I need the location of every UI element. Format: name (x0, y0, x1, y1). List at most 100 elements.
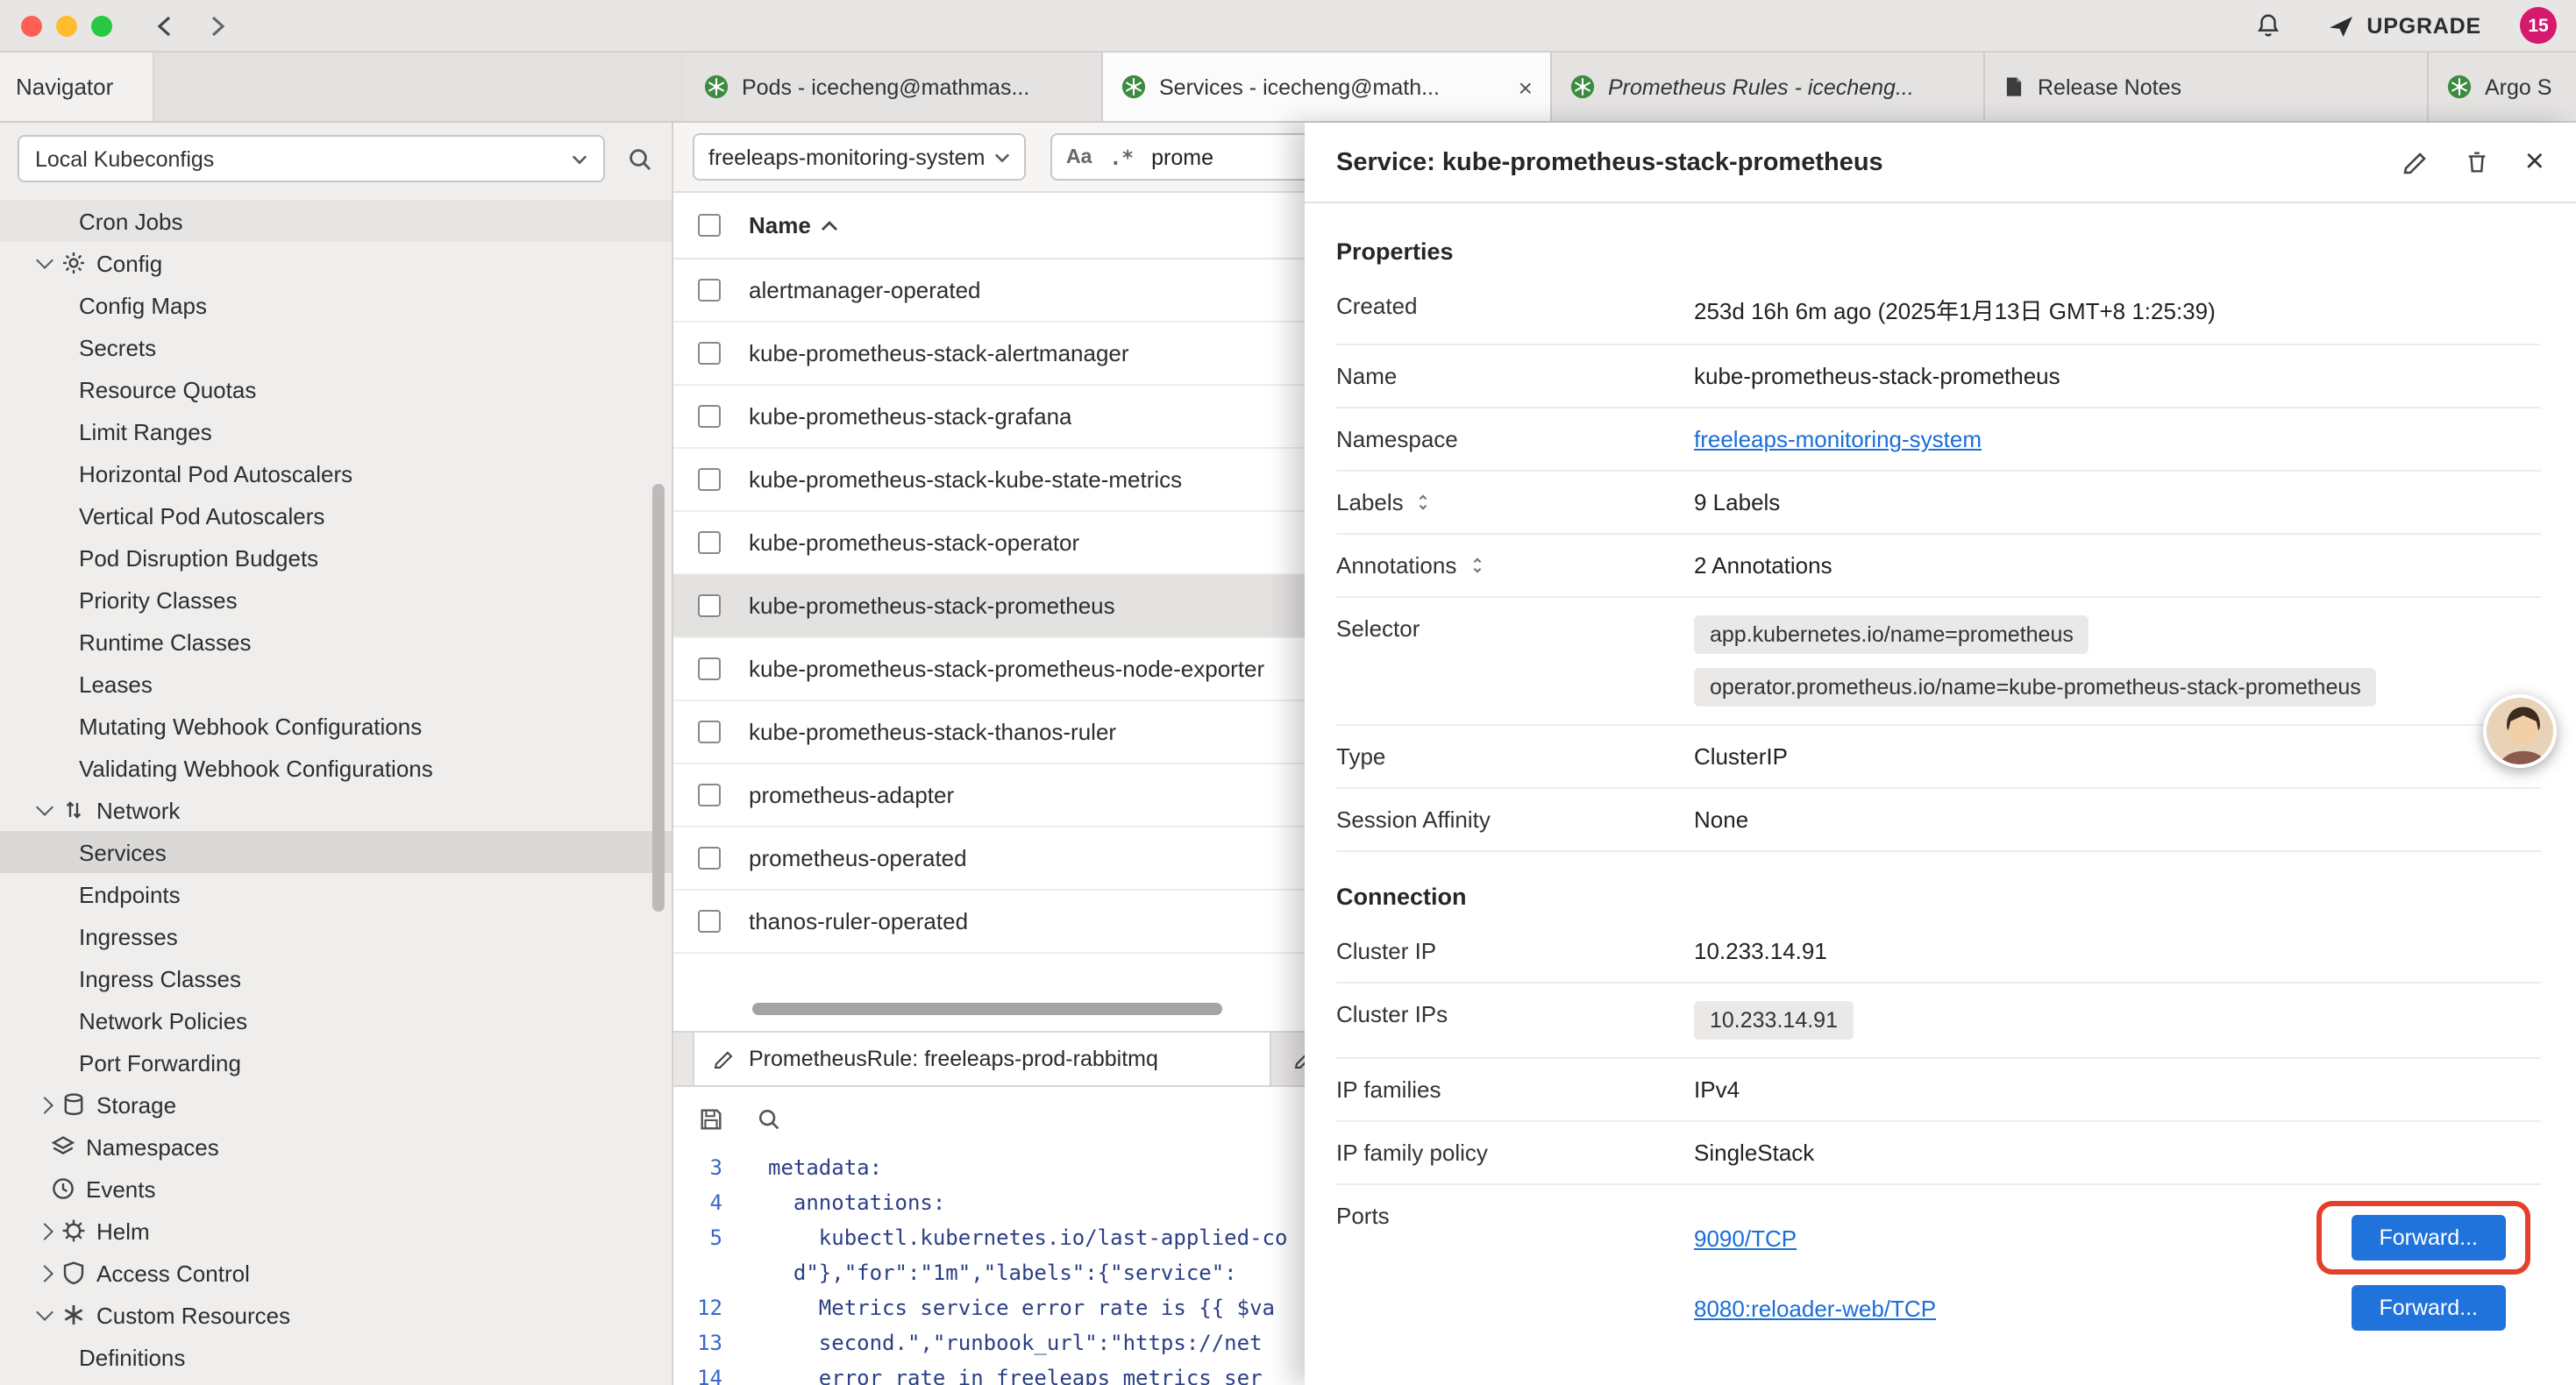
sidebar-item-config-maps[interactable]: Config Maps (0, 284, 672, 326)
namespaces-layers-icon (51, 1134, 75, 1159)
sidebar-item-endpoints[interactable]: Endpoints (0, 873, 672, 915)
tab-bar: Navigator Pods - icecheng@mathmas... Ser… (0, 53, 2576, 123)
ports-label: Ports (1336, 1203, 1390, 1229)
notifications-button[interactable] (2254, 12, 2281, 39)
close-drawer-icon[interactable]: × (2525, 146, 2544, 179)
row-checkbox[interactable] (698, 657, 721, 680)
line-number: 14 (673, 1360, 740, 1385)
close-tab-icon[interactable]: × (1508, 73, 1533, 101)
line-number (673, 1255, 740, 1290)
sidebar-group-config[interactable]: Config (0, 242, 672, 284)
sidebar-item-priority-classes[interactable]: Priority Classes (0, 579, 672, 621)
sidebar-group-storage[interactable]: Storage (0, 1083, 672, 1126)
editor-tab-prometheusrule[interactable]: PrometheusRule: freeleaps-prod-rabbitmq (693, 1033, 1271, 1085)
tab-services[interactable]: Services - icecheng@math... × (1103, 53, 1552, 121)
expand-toggle-icon[interactable] (1469, 556, 1484, 575)
tab-prometheus-rules[interactable]: Prometheus Rules - icecheng... (1552, 53, 1985, 121)
row-checkbox[interactable] (698, 405, 721, 428)
sidebar-item-events[interactable]: Events (0, 1168, 672, 1210)
cluster-ip-label: Cluster IP (1336, 938, 1436, 964)
code-text: d"},"for":"1m","labels":{"service": (740, 1255, 1237, 1290)
forward-button[interactable] (203, 11, 231, 39)
app-window: UPGRADE 15 Navigator Pods - icecheng@mat… (0, 0, 2576, 1385)
sidebar-item-horizontal-pod-autoscalers[interactable]: Horizontal Pod Autoscalers (0, 452, 672, 494)
row-checkbox[interactable] (698, 847, 721, 870)
sidebar-item-pod-disruption-budgets[interactable]: Pod Disruption Budgets (0, 536, 672, 579)
sidebar-scrollbar[interactable] (652, 484, 665, 912)
row-checkbox[interactable] (698, 721, 721, 743)
type-label: Type (1336, 743, 1385, 770)
select-all-checkbox[interactable] (698, 214, 721, 237)
chevron-down-icon (572, 153, 587, 164)
regex-toggle[interactable]: .* (1109, 145, 1134, 169)
sidebar-item-runtime-classes[interactable]: Runtime Classes (0, 621, 672, 663)
sidebar-item-validating-webhook-configurations[interactable]: Validating Webhook Configurations (0, 747, 672, 789)
labels-count: 9 Labels (1694, 489, 2541, 515)
sidebar-item-services[interactable]: Services (0, 831, 672, 873)
zoom-window-button[interactable] (91, 15, 112, 36)
edit-pencil-icon[interactable] (2401, 148, 2429, 176)
forward-button-9090[interactable]: Forward... (2351, 1215, 2506, 1261)
port-link-9090[interactable]: 9090/TCP (1694, 1225, 1797, 1251)
sidebar-group-network[interactable]: Network (0, 789, 672, 831)
sidebar-item-secrets[interactable]: Secrets (0, 326, 672, 368)
sidebar-item-mutating-webhook-configurations[interactable]: Mutating Webhook Configurations (0, 705, 672, 747)
sidebar-item-network-policies[interactable]: Network Policies (0, 999, 672, 1041)
minimize-window-button[interactable] (56, 15, 77, 36)
sidebar-item-leases[interactable]: Leases (0, 663, 672, 705)
drawer-title: Service: kube-prometheus-stack-prometheu… (1336, 148, 1883, 176)
sidebar-item-port-forwarding[interactable]: Port Forwarding (0, 1041, 672, 1083)
sidebar-item-limit-ranges[interactable]: Limit Ranges (0, 410, 672, 452)
sidebar-item-ingress-classes[interactable]: Ingress Classes (0, 957, 672, 999)
sidebar-group-access-control[interactable]: Access Control (0, 1252, 672, 1294)
editor-search-icon[interactable] (756, 1106, 782, 1133)
delete-trash-icon[interactable] (2464, 149, 2490, 175)
sidebar-group-custom-resources[interactable]: Custom Resources (0, 1294, 672, 1336)
tab-pods[interactable]: Pods - icecheng@mathmas... (686, 53, 1103, 121)
name-column-header[interactable]: Name (749, 212, 839, 238)
namespace-link[interactable]: freeleaps-monitoring-system (1694, 426, 1982, 452)
sidebar-item-vertical-pod-autoscalers[interactable]: Vertical Pod Autoscalers (0, 494, 672, 536)
sidebar-item-namespaces[interactable]: Namespaces (0, 1126, 672, 1168)
tab-argo[interactable]: Argo S (2429, 53, 2576, 121)
sidebar-item-resource-quotas[interactable]: Resource Quotas (0, 368, 672, 410)
port-link-8080[interactable]: 8080:reloader-web/TCP (1694, 1295, 1936, 1321)
selector-chip: app.kubernetes.io/name=prometheus (1694, 615, 2089, 654)
expand-toggle-icon[interactable] (1416, 493, 1432, 512)
save-icon[interactable] (698, 1106, 724, 1133)
upgrade-button[interactable]: UPGRADE (2326, 11, 2481, 39)
horizontal-scrollbar[interactable] (752, 1003, 1222, 1015)
navigator-panel-tab[interactable]: Navigator (0, 53, 154, 121)
row-checkbox[interactable] (698, 784, 721, 806)
search-icon[interactable] (626, 145, 654, 173)
sidebar-item-ingresses[interactable]: Ingresses (0, 915, 672, 957)
service-name: prometheus-adapter (749, 782, 954, 808)
row-checkbox[interactable] (698, 279, 721, 302)
tab-release-notes[interactable]: Release Notes (1985, 53, 2429, 121)
shield-icon (61, 1261, 86, 1285)
row-checkbox[interactable] (698, 342, 721, 365)
kubernetes-icon (1121, 74, 1147, 100)
custom-resources-asterisk-icon (61, 1303, 86, 1327)
close-window-button[interactable] (21, 15, 42, 36)
row-checkbox[interactable] (698, 594, 721, 617)
forward-button-8080[interactable]: Forward... (2351, 1285, 2506, 1331)
cluster-ips-label: Cluster IPs (1336, 1001, 1448, 1027)
sidebar-item-definitions[interactable]: Definitions (0, 1336, 672, 1378)
drawer-actions: × (2401, 146, 2544, 179)
pencil-icon (712, 1048, 735, 1070)
sidebar-item-cron-jobs[interactable]: Cron Jobs (0, 200, 672, 242)
floating-avatar[interactable] (2483, 694, 2557, 768)
row-checkbox[interactable] (698, 910, 721, 933)
annotations-count: 2 Annotations (1694, 552, 2541, 579)
row-checkbox[interactable] (698, 468, 721, 491)
notification-count-badge[interactable]: 15 (2520, 7, 2557, 44)
name-value: kube-prometheus-stack-prometheus (1694, 363, 2541, 389)
match-case-toggle[interactable]: Aa (1066, 146, 1092, 167)
namespace-selector[interactable]: freeleaps-monitoring-system (693, 133, 1026, 181)
sidebar-group-helm[interactable]: Helm (0, 1210, 672, 1252)
row-checkbox[interactable] (698, 531, 721, 554)
kubeconfig-selector[interactable]: Local Kubeconfigs (18, 135, 605, 182)
back-button[interactable] (151, 11, 179, 39)
service-name: kube-prometheus-stack-prometheus-node-ex… (749, 656, 1264, 682)
